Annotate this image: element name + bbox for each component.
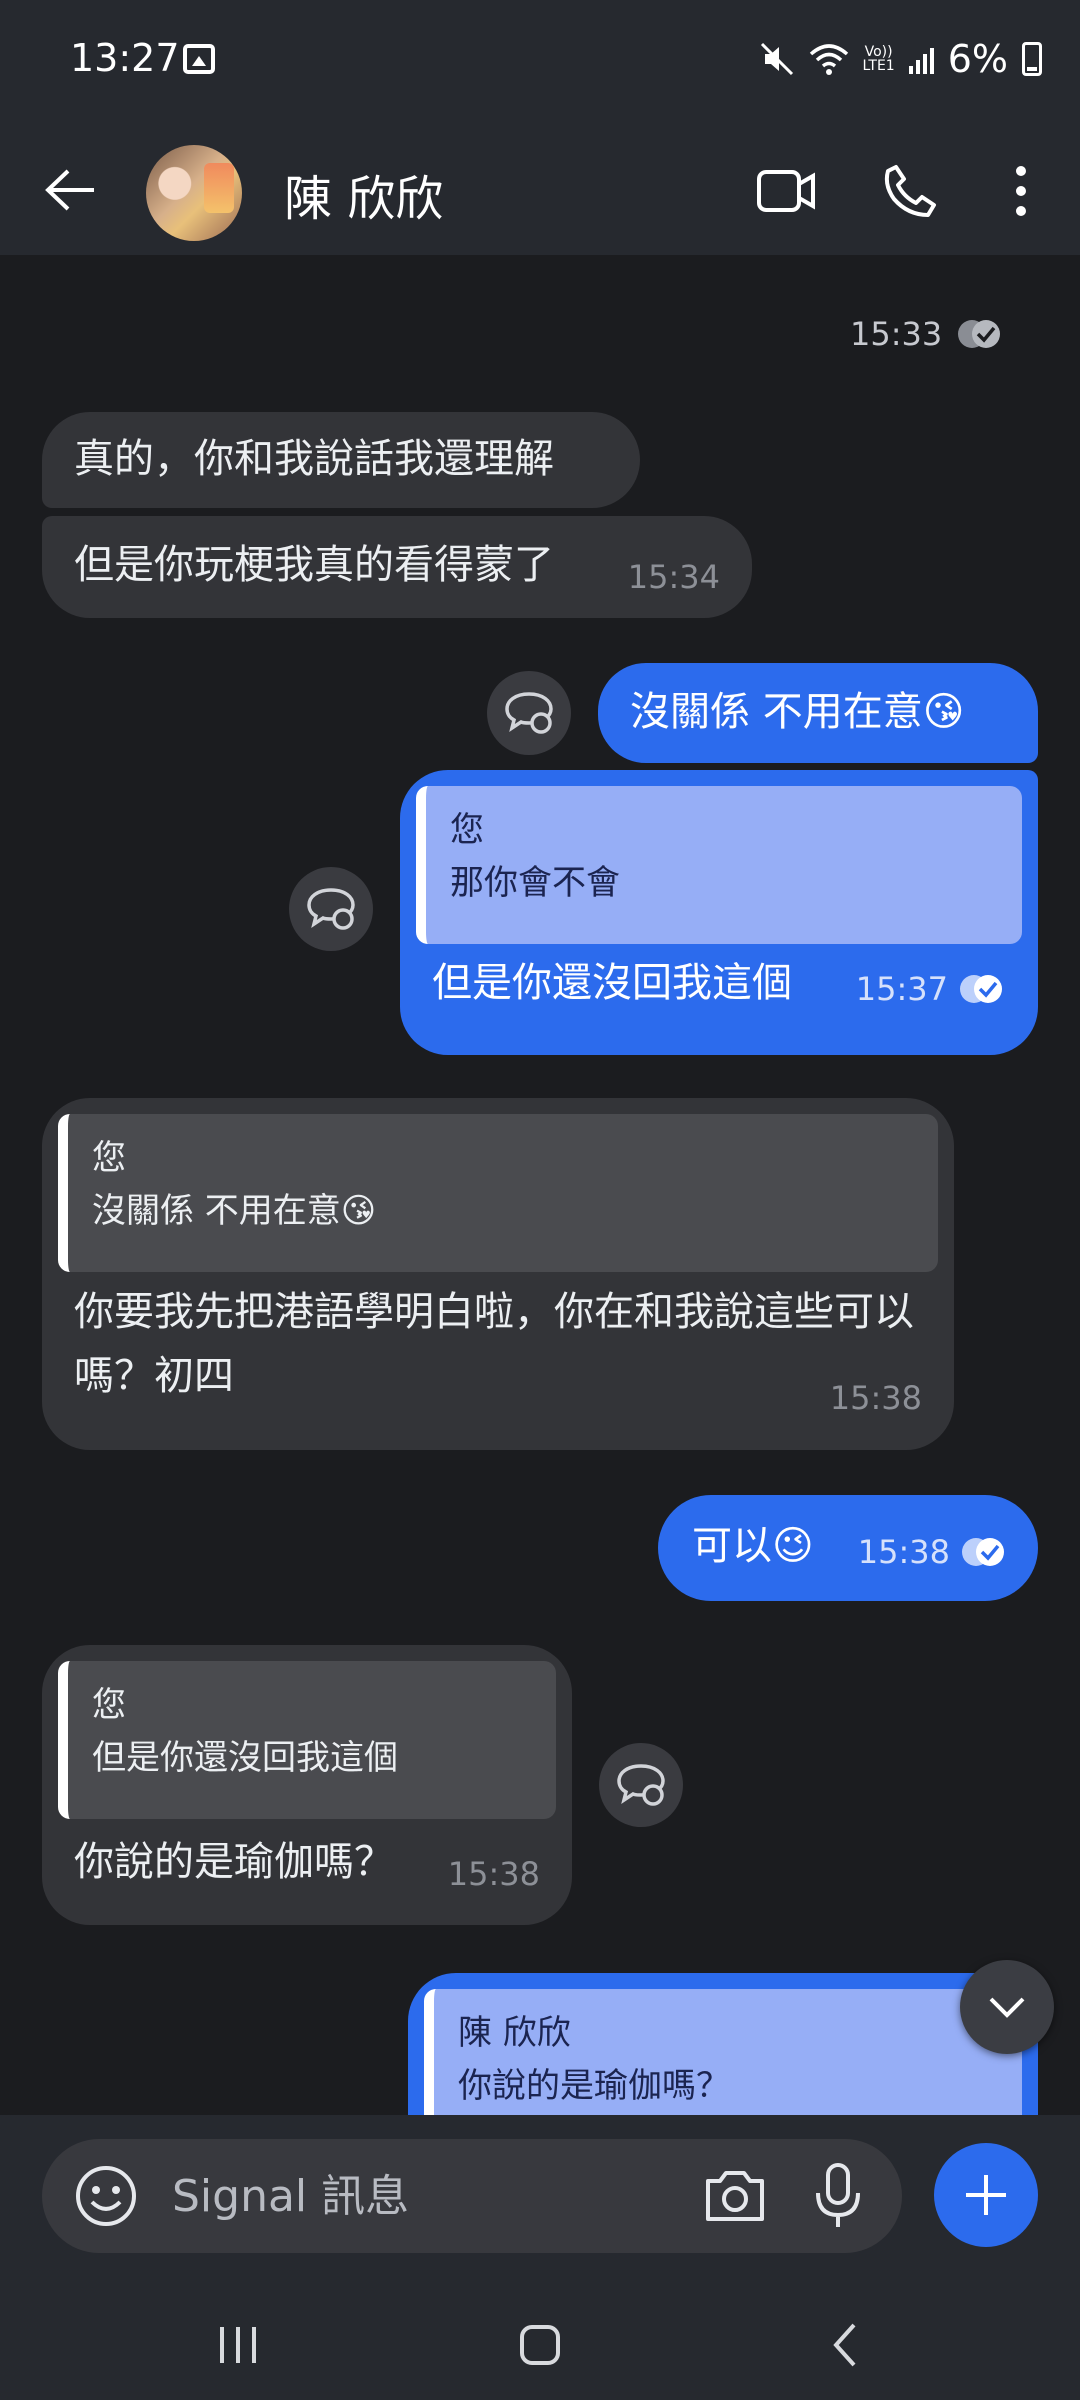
emoji-icon[interactable] (74, 2164, 138, 2228)
message-time: 15:37 (855, 970, 948, 1008)
scroll-to-bottom-button[interactable] (960, 1960, 1054, 2054)
quote-text: 但是你還沒回我這個 (92, 1737, 398, 1778)
message-text: 沒關係 不用在意😘 (630, 689, 965, 735)
reply-button[interactable] (599, 1743, 683, 1827)
status-icons: Vo)) LTE1 6% (759, 34, 1042, 84)
outgoing-message[interactable]: 可以😉 15:38 (658, 1495, 1038, 1601)
read-check-icon (962, 1538, 1004, 1567)
more-options-button[interactable] (985, 155, 1057, 227)
incoming-message[interactable]: 您 但是你還沒回我這個 你說的是瑜伽嗎？ 15:38 (42, 1645, 572, 1925)
message-text: 你說的是瑜伽嗎？ (74, 1839, 394, 1885)
quote-author: 您 (92, 1685, 126, 1725)
message-time: 15:38 (857, 1533, 950, 1571)
quote-text: 沒關係 不用在意😘 (92, 1190, 377, 1231)
incoming-message[interactable]: 您 沒關係 不用在意😘 你要我先把港語學明白啦，你在和我說這些可以嗎？初四 15… (42, 1098, 954, 1450)
message-text: 真的，你和我說話我還理解 (74, 436, 554, 482)
wifi-icon (809, 44, 848, 75)
nav-home-icon (520, 2325, 560, 2365)
quoted-message[interactable]: 您 但是你還沒回我這個 (58, 1661, 556, 1819)
quoted-message[interactable]: 您 沒關係 不用在意😘 (58, 1114, 938, 1272)
message-input[interactable] (172, 2159, 712, 2233)
mic-icon[interactable] (808, 2161, 868, 2231)
message-meta: 15:33 (850, 315, 1004, 353)
camera-icon[interactable] (702, 2163, 768, 2229)
composer (42, 2139, 902, 2253)
message-text: 但是你玩梗我真的看得蒙了 (74, 542, 554, 588)
mute-icon (760, 42, 793, 76)
system-nav-bar (0, 2285, 1080, 2400)
avatar[interactable] (146, 145, 242, 241)
read-check-icon (958, 320, 1001, 348)
reply-button[interactable] (289, 867, 373, 951)
composer-bar (0, 2115, 1080, 2285)
battery-percent: 6% (947, 37, 1008, 81)
nav-back-button[interactable] (804, 2305, 884, 2385)
status-time: 13:27 (70, 36, 180, 80)
reply-icon (307, 888, 355, 930)
read-check-icon (960, 975, 1002, 1004)
message-time: 15:34 (627, 557, 720, 596)
nav-recents-icon (220, 2327, 256, 2363)
message-time: 15:38 (447, 1855, 540, 1893)
back-arrow-icon (45, 169, 94, 211)
quote-author: 陳 欣欣 (458, 2013, 571, 2053)
reply-button[interactable] (487, 671, 571, 755)
volte-icon: Vo)) LTE1 (862, 44, 895, 74)
quoted-message[interactable]: 您 那你會不會 (416, 786, 1022, 944)
quote-text: 那你會不會 (450, 862, 620, 903)
video-call-button[interactable] (750, 155, 822, 227)
status-bar: 13:27 Vo)) LTE1 6% (0, 0, 1080, 125)
nav-recents-button[interactable] (198, 2305, 278, 2385)
back-button[interactable] (30, 150, 110, 230)
message-text: 可以😉 (692, 1523, 814, 1569)
phone-icon (884, 165, 936, 217)
quote-text: 你說的是瑜伽嗎？ (458, 2065, 730, 2106)
contact-name[interactable]: 陳 欣欣 (284, 159, 443, 229)
quote-author: 您 (92, 1138, 126, 1178)
outgoing-message[interactable]: 陳 欣欣 你說的是瑜伽嗎？ (408, 1973, 1038, 2115)
nav-home-button[interactable] (500, 2305, 580, 2385)
quote-author: 您 (450, 810, 484, 850)
incoming-message[interactable]: 真的，你和我說話我還理解 (42, 412, 640, 508)
outgoing-message[interactable]: 您 那你會不會 但是你還沒回我這個 15:37 (400, 770, 1038, 1055)
message-text: 但是你還沒回我這個 (432, 960, 792, 1006)
more-vert-icon (1016, 166, 1026, 216)
chevron-down-icon (989, 1997, 1025, 2018)
quoted-message[interactable]: 陳 欣欣 你說的是瑜伽嗎？ (424, 1989, 1022, 2115)
message-text: 你要我先把港語學明白啦，你在和我說這些可以嗎？初四 (74, 1289, 914, 1399)
plus-icon (966, 2175, 1006, 2215)
signal-icon (908, 44, 934, 74)
outgoing-message[interactable]: 沒關係 不用在意😘 (598, 663, 1038, 763)
reply-icon (505, 692, 553, 734)
video-call-icon (757, 170, 815, 212)
attach-button[interactable] (934, 2143, 1038, 2247)
conversation-header: 陳 欣欣 (0, 125, 1080, 255)
gallery-notification-icon (183, 44, 215, 74)
message-time: 15:38 (829, 1378, 922, 1417)
voice-call-button[interactable] (874, 155, 946, 227)
message-list[interactable]: 15:33 真的，你和我說話我還理解 但是你玩梗我真的看得蒙了 15:34 沒關… (0, 255, 1080, 2115)
nav-back-icon (833, 2323, 856, 2367)
incoming-message[interactable]: 但是你玩梗我真的看得蒙了 15:34 (42, 516, 752, 618)
battery-icon (1022, 42, 1042, 76)
reply-icon (617, 1764, 665, 1806)
